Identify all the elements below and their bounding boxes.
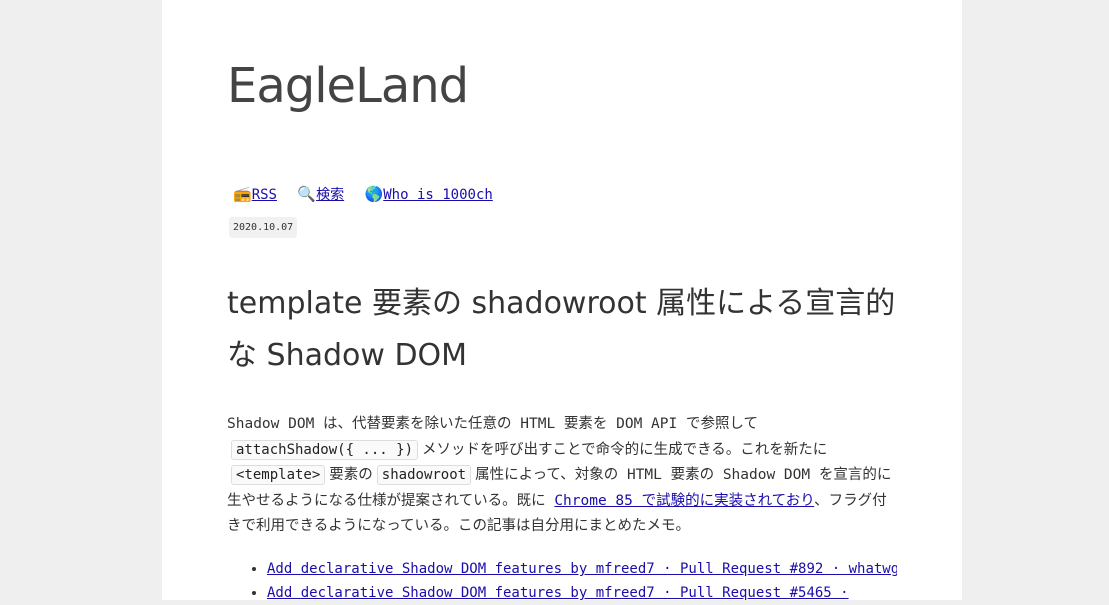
post-date: 2020.10.07 [229,217,298,238]
inline-code-template: <template> [231,465,326,485]
globe-icon: 🌎 [364,185,384,203]
about-label: Who is 1000ch [383,187,493,203]
inline-code-attachshadow: attachShadow({ ... }) [231,439,419,460]
site-nav: 📻RSS 🔍検索 🌎Who is 1000ch [233,180,505,209]
site-title[interactable]: EagleLand [227,56,469,116]
reference-link-html-pr[interactable]: Add declarative Shadow DOM features by m… [267,585,849,601]
rss-label: RSS [251,187,277,203]
post-intro: Shadow DOM は、代替要素を除いた任意の HTML 要素を DOM AP… [227,412,897,540]
list-item: Add declarative Shadow DOM features by m… [267,581,897,605]
list-item: Add declarative Shadow DOM features by m… [267,557,897,581]
search-label: 検索 [316,187,345,203]
intro-text-1: Shadow DOM は、代替要素を除いた任意の HTML 要素を DOM AP… [227,416,759,432]
inline-code-shadowroot: shadowroot [376,465,472,485]
post-title: template 要素の shadowroot 属性による宣言的な Shadow… [227,286,896,373]
about-link[interactable]: 🌎Who is 1000ch [365,185,493,203]
search-icon: 🔍 [297,185,317,203]
search-link[interactable]: 🔍検索 [297,185,345,203]
page-container: EagleLand 📻RSS 🔍検索 🌎Who is 1000ch 2020.1… [162,0,962,601]
intro-text-2: メソッドを呼び出すことで命令的に生成できる。これを新たに [422,441,828,458]
chrome-85-link[interactable]: Chrome 85 で試験的に実装されており [554,493,814,509]
rss-link[interactable]: 📻RSS [233,185,277,203]
intro-text-3: 要素の [329,467,373,483]
reference-list: Add declarative Shadow DOM features by m… [227,557,897,605]
radio-icon: 📻 [233,185,252,203]
reference-link-dom-pr[interactable]: Add declarative Shadow DOM features by m… [267,561,897,577]
